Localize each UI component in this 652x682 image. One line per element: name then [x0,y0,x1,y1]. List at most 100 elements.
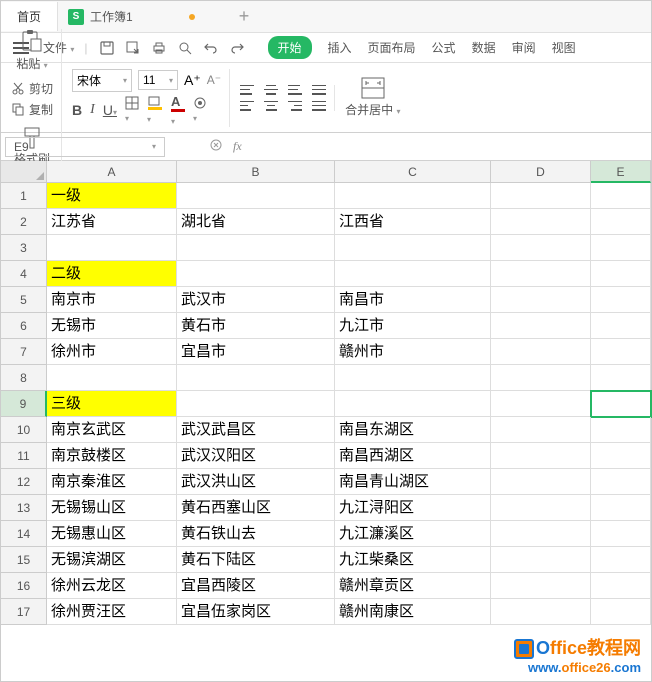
cell[interactable]: 武汉汉阳区 [177,443,335,469]
cell[interactable]: 黄石西塞山区 [177,495,335,521]
cell[interactable]: 南昌东湖区 [335,417,491,443]
cell[interactable]: 宜昌西陵区 [177,573,335,599]
row-header[interactable]: 2 [1,209,47,235]
cell[interactable] [591,547,651,573]
row-header[interactable]: 5 [1,287,47,313]
select-all-corner[interactable] [1,161,47,183]
cell[interactable]: 湖北省 [177,209,335,235]
cancel-formula-icon[interactable] [209,138,223,155]
col-header-c[interactable]: C [335,161,491,183]
tab-data[interactable]: 数据 [472,39,496,56]
cell[interactable] [591,209,651,235]
row-header[interactable]: 10 [1,417,47,443]
row-header[interactable]: 8 [1,365,47,391]
fill-color-button[interactable]: ▾ [147,95,163,125]
cell[interactable] [47,365,177,391]
tab-page-layout[interactable]: 页面布局 [368,39,416,56]
cell[interactable] [591,599,651,625]
cut-button[interactable]: 剪切 [11,80,53,97]
cell[interactable] [591,235,651,261]
cell[interactable]: 赣州南康区 [335,599,491,625]
cell[interactable] [591,495,651,521]
cell[interactable] [47,235,177,261]
cell[interactable] [491,261,591,287]
cell[interactable]: 南京市 [47,287,177,313]
row-header[interactable]: 3 [1,235,47,261]
cell[interactable] [177,365,335,391]
cell[interactable]: 一级 [47,183,177,209]
paste-button[interactable]: 粘贴 ▾ [11,29,53,72]
cell[interactable]: 武汉武昌区 [177,417,335,443]
row-header[interactable]: 1 [1,183,47,209]
row-header[interactable]: 13 [1,495,47,521]
cell[interactable]: 赣州章贡区 [335,573,491,599]
cell[interactable] [491,365,591,391]
cell[interactable] [591,261,651,287]
align-left-button[interactable] [240,101,254,111]
cell[interactable]: 江苏省 [47,209,177,235]
cell[interactable]: 南京秦淮区 [47,469,177,495]
copy-button[interactable]: 复制 [11,101,53,118]
cell[interactable] [591,573,651,599]
cell[interactable]: 无锡滨湖区 [47,547,177,573]
tab-view[interactable]: 视图 [552,39,576,56]
cell[interactable] [491,573,591,599]
cell[interactable] [491,209,591,235]
indent-button[interactable] [312,101,326,111]
font-color-button[interactable]: A▾ [171,94,185,127]
cell[interactable] [491,521,591,547]
col-header-a[interactable]: A [47,161,177,183]
underline-button[interactable]: U▾ [103,102,117,118]
cell[interactable]: 南昌市 [335,287,491,313]
font-name-select[interactable]: 宋体▾ [72,69,132,92]
cell[interactable] [491,235,591,261]
borders-button[interactable]: ▾ [125,96,139,124]
row-header[interactable]: 11 [1,443,47,469]
row-header[interactable]: 4 [1,261,47,287]
cell[interactable]: 三级 [47,391,177,417]
cell[interactable]: 武汉洪山区 [177,469,335,495]
cell[interactable] [491,469,591,495]
align-bottom-button[interactable] [288,85,302,95]
row-header[interactable]: 15 [1,547,47,573]
cell[interactable]: 黄石铁山去 [177,521,335,547]
name-box[interactable]: E9▾ [5,137,165,157]
cell[interactable] [335,365,491,391]
tab-insert[interactable]: 插入 [328,39,352,56]
orientation-button[interactable] [312,85,326,95]
cell[interactable] [591,521,651,547]
cell[interactable] [491,313,591,339]
cell[interactable] [335,261,491,287]
cell[interactable]: 九江市 [335,313,491,339]
cell[interactable] [591,469,651,495]
cell[interactable] [491,287,591,313]
cell[interactable] [491,391,591,417]
cell[interactable] [177,235,335,261]
cell[interactable]: 无锡锡山区 [47,495,177,521]
effects-button[interactable]: ▾ [193,96,207,124]
cell[interactable] [491,495,591,521]
cell[interactable] [335,183,491,209]
cell[interactable] [591,339,651,365]
cell[interactable]: 九江浔阳区 [335,495,491,521]
cell[interactable] [591,365,651,391]
cell[interactable] [591,183,651,209]
add-tab-button[interactable]: + [229,6,260,27]
cell[interactable]: 无锡市 [47,313,177,339]
redo-icon[interactable] [230,41,244,55]
row-header[interactable]: 16 [1,573,47,599]
cell[interactable]: 徐州市 [47,339,177,365]
row-header[interactable]: 6 [1,313,47,339]
print-preview-icon[interactable] [178,41,192,55]
cell[interactable]: 南京鼓楼区 [47,443,177,469]
fx-label[interactable]: fx [233,139,242,154]
save-as-icon[interactable] [126,41,140,55]
cell[interactable]: 南京玄武区 [47,417,177,443]
row-header[interactable]: 17 [1,599,47,625]
cell[interactable]: 徐州云龙区 [47,573,177,599]
align-middle-button[interactable] [264,85,278,95]
cell[interactable]: 九江濂溪区 [335,521,491,547]
document-tab[interactable]: S 工作簿1 [58,8,205,25]
row-header[interactable]: 9 [1,391,47,417]
cell[interactable]: 二级 [47,261,177,287]
